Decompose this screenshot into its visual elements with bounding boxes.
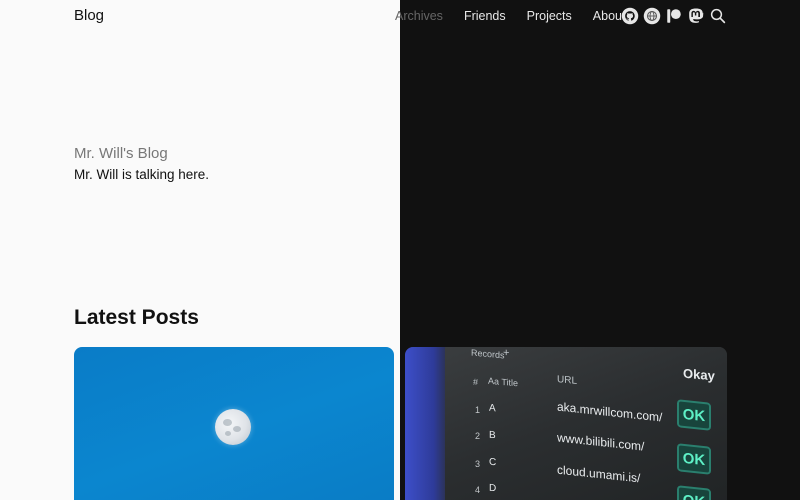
post-card-records[interactable]: Records + # Aa Title URL Okay 1 A aka.mr… <box>405 347 727 500</box>
ok-badge: OK <box>677 485 711 500</box>
records-tab: Records <box>471 347 505 361</box>
row-letter: A <box>489 402 496 415</box>
moon-image <box>215 409 251 445</box>
search-icon[interactable] <box>709 7 727 25</box>
row-letter: C <box>489 456 497 469</box>
col-title: Aa Title <box>488 375 519 389</box>
ok-badge: OK <box>677 443 711 475</box>
hero-title: Mr. Will's Blog <box>74 145 168 162</box>
nav-projects[interactable]: Projects <box>527 9 572 23</box>
records-screen: Records + # Aa Title URL Okay 1 A aka.mr… <box>445 347 727 500</box>
col-num: # <box>473 376 479 388</box>
row-url: www.bilibili.com/ <box>557 430 645 454</box>
row-num: 4 <box>475 485 481 495</box>
row-letter: D <box>489 482 497 495</box>
row-url: aka.mrwillcom.com/ <box>557 399 663 425</box>
main-nav: Archives Friends Projects About <box>395 9 646 23</box>
row-num: 2 <box>475 431 481 441</box>
col-url: URL <box>557 374 578 387</box>
ok-badge: OK <box>677 399 711 431</box>
col-status: Okay <box>683 365 715 384</box>
row-letter: B <box>489 429 496 442</box>
github-icon[interactable] <box>621 7 639 25</box>
social-icons <box>621 7 731 25</box>
patreon-icon[interactable] <box>665 7 683 25</box>
add-tab-icon: + <box>503 347 510 360</box>
brand-link[interactable]: Blog <box>74 7 104 24</box>
latest-posts-heading: Latest Posts <box>74 306 199 329</box>
globe-icon[interactable] <box>643 7 661 25</box>
row-url: cloud.umami.is/ <box>557 462 641 486</box>
nav-archives[interactable]: Archives <box>395 9 443 23</box>
row-num: 3 <box>475 459 481 469</box>
site-header: Blog Archives Friends Projects About <box>0 0 800 34</box>
hero-subtitle: Mr. Will is talking here. <box>74 167 210 182</box>
nav-friends[interactable]: Friends <box>464 9 506 23</box>
post-card-moon[interactable] <box>74 347 394 500</box>
row-num: 1 <box>475 405 481 415</box>
mastodon-icon[interactable] <box>687 7 705 25</box>
